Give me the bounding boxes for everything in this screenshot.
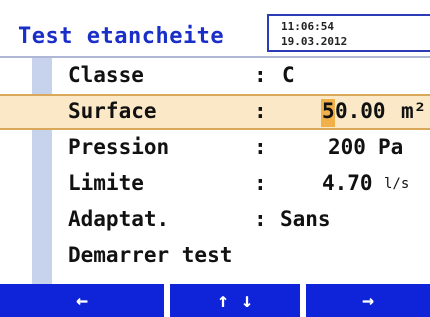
- limite-label: Limite: [68, 171, 144, 195]
- clock-date: 19.03.2012: [281, 35, 348, 48]
- adaptat-value: Sans: [280, 207, 331, 231]
- softkey-bar: ← ↑ ↓ →: [0, 284, 430, 317]
- adaptat-label: Adaptat.: [68, 207, 170, 231]
- softkey-right[interactable]: →: [306, 284, 430, 317]
- menu-item-pression[interactable]: Pression : 200 Pa: [32, 130, 430, 166]
- menu-item-surface[interactable]: Surface : 5 0.00 m²: [0, 94, 430, 130]
- surface-unit: m²: [401, 99, 427, 123]
- instrument-screen: Test etancheite 11:06:54 19.03.2012 Clas…: [0, 0, 430, 317]
- menu-item-adaptat[interactable]: Adaptat. : Sans: [32, 202, 430, 238]
- surface-value: 0.00: [335, 99, 386, 123]
- surface-value-first-digit: 5: [322, 99, 335, 123]
- pression-label: Pression: [68, 135, 170, 159]
- classe-label: Classe: [68, 63, 144, 87]
- classe-separator: :: [254, 63, 267, 87]
- arrow-left-icon: ←: [75, 288, 89, 312]
- clock-time: 11:06:54: [281, 20, 334, 33]
- surface-separator: :: [254, 99, 267, 123]
- limite-unit: l/s: [384, 176, 410, 192]
- pression-separator: :: [254, 135, 267, 159]
- limite-separator: :: [254, 171, 267, 195]
- softkey-up-down[interactable]: ↑ ↓: [170, 284, 300, 317]
- arrow-right-icon: →: [361, 288, 375, 312]
- demarrer-test-label: Demarrer test: [68, 243, 233, 267]
- menu-item-demarrer-test[interactable]: Demarrer test: [32, 238, 430, 274]
- pression-value: 200: [328, 135, 366, 159]
- menu-item-limite[interactable]: Limite : 4.70 l/s: [32, 166, 430, 202]
- adaptat-separator: :: [254, 207, 267, 231]
- classe-value: C: [282, 63, 295, 87]
- softkey-left[interactable]: ←: [0, 284, 164, 317]
- clock-panel: 11:06:54 19.03.2012: [267, 14, 430, 52]
- screen-title: Test etancheite: [18, 24, 225, 49]
- pression-unit: Pa: [378, 135, 404, 159]
- arrow-up-down-icon: ↑ ↓: [216, 288, 254, 312]
- limite-value: 4.70: [322, 171, 373, 195]
- menu-item-classe[interactable]: Classe : C: [32, 58, 430, 94]
- surface-label: Surface: [68, 99, 157, 123]
